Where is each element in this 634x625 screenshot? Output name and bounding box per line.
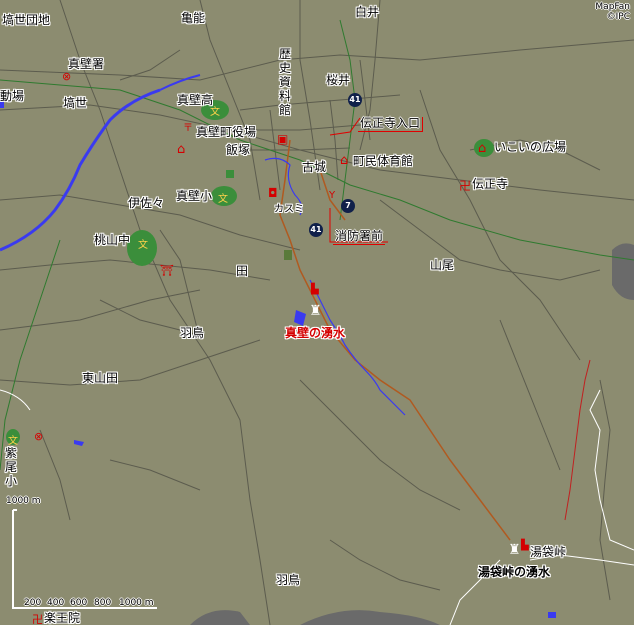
trail <box>589 389 634 551</box>
place-label: 楽王院 <box>44 611 81 625</box>
place-label: 湯袋峠 <box>530 545 567 559</box>
place-label-boxed: 伝正寺入口 <box>358 117 424 132</box>
school-icon[interactable]: 文 <box>138 236 148 251</box>
map-canvas[interactable]: 41 7 41 ⊗ ⊗ 文 〒 ⌂ ▣ ⌂ ⌂ 卍 ◘ Y 文 文 ⛩ ▙ ♜ … <box>0 0 634 625</box>
place-label: 町民体育館 <box>353 154 414 168</box>
gym-icon[interactable]: ⌂ <box>340 153 348 168</box>
route-41-shield[interactable]: 41 <box>348 93 362 107</box>
spring-icon[interactable]: ♜ <box>309 303 322 319</box>
hill-shade <box>190 610 250 625</box>
place-label: 伝正寺 <box>472 177 509 191</box>
school-icon[interactable]: 文 <box>218 190 228 205</box>
place-label: カスミ <box>274 204 304 215</box>
park-facility-icon[interactable]: ⌂ <box>478 141 486 156</box>
place-label: 真壁署 <box>68 57 105 71</box>
temple-icon[interactable]: 卍 <box>459 177 471 194</box>
boundary <box>564 359 591 521</box>
place-label: 動場 <box>0 89 25 103</box>
place-label: 飯塚 <box>226 143 251 157</box>
post-office-icon[interactable]: 〒 <box>183 119 193 134</box>
place-label: 桜井 <box>326 73 351 87</box>
credit-line: ©IPC <box>606 12 630 22</box>
factory-icon[interactable]: ▙ <box>521 540 529 551</box>
spring-label[interactable]: 真壁の湧水 <box>285 327 345 340</box>
shrine-icon[interactable]: ⛩ <box>160 264 174 277</box>
river <box>159 74 201 91</box>
place-label: 紫尾小 <box>5 446 18 488</box>
museum-icon[interactable]: ▣ <box>277 132 288 146</box>
scale-tick-label: 200 <box>24 598 42 608</box>
police-icon[interactable]: ⊗ <box>34 430 43 443</box>
scale-tick-label: 800 <box>94 598 112 608</box>
place-label: 伊佐々 <box>128 196 165 210</box>
route-7-shield[interactable]: 7 <box>341 199 355 213</box>
map-credit: MapFan ©IPC <box>595 2 630 22</box>
fire-station-icon[interactable]: Y <box>329 190 335 201</box>
scale-top-label: 1000 m <box>6 496 41 506</box>
spring-label[interactable]: 湯袋峠の湧水 <box>478 566 550 579</box>
place-label: 真壁町役場 <box>196 125 257 139</box>
trail <box>0 389 31 411</box>
place-label: 亀能 <box>181 11 206 25</box>
place-label: 真壁高 <box>177 93 214 107</box>
place-label: 白井 <box>355 5 380 19</box>
scale-tick-label: 600 <box>70 598 88 608</box>
factory-icon[interactable]: ▙ <box>311 284 319 295</box>
place-label: 桃山中 <box>94 233 131 247</box>
place-label: 塙世団地 <box>2 13 51 27</box>
credit-line: MapFan <box>595 2 630 12</box>
place-label: いこいの広場 <box>494 140 567 154</box>
place-label: 山尾 <box>430 258 455 272</box>
route-41-shield[interactable]: 41 <box>309 223 323 237</box>
park-small <box>226 170 234 178</box>
pond <box>548 612 556 618</box>
scale-bar <box>12 509 157 609</box>
place-label: 塙世 <box>63 96 88 110</box>
main-road <box>279 139 511 541</box>
pond <box>294 310 306 326</box>
school-icon[interactable]: 文 <box>8 432 18 447</box>
place-label-boxed: 消防署前 <box>333 229 386 245</box>
river <box>0 88 161 252</box>
shop-icon[interactable]: ◘ <box>268 186 278 200</box>
place-label: 田 <box>236 264 249 278</box>
scale-tick-label: 400 <box>47 598 65 608</box>
police-icon[interactable]: ⊗ <box>62 70 71 83</box>
place-label: 古城 <box>302 160 327 174</box>
facility-icon[interactable]: ⌂ <box>177 142 185 157</box>
hill-shade <box>300 610 440 625</box>
temple-icon[interactable]: 卍 <box>32 611 43 625</box>
green-road <box>339 19 356 221</box>
spring-icon[interactable]: ♜ <box>508 542 521 558</box>
place-label: 真壁小 <box>176 189 213 203</box>
place-label: 羽鳥 <box>180 326 205 340</box>
hill-shade <box>612 243 634 300</box>
place-label: 羽鳥 <box>276 573 301 587</box>
park-small <box>284 250 292 260</box>
pond <box>74 440 84 446</box>
scale-tick-label: 1000 m <box>119 598 154 608</box>
river <box>309 279 406 416</box>
place-label: 歴史資料館 <box>279 47 292 117</box>
place-label: 東山田 <box>82 371 119 385</box>
